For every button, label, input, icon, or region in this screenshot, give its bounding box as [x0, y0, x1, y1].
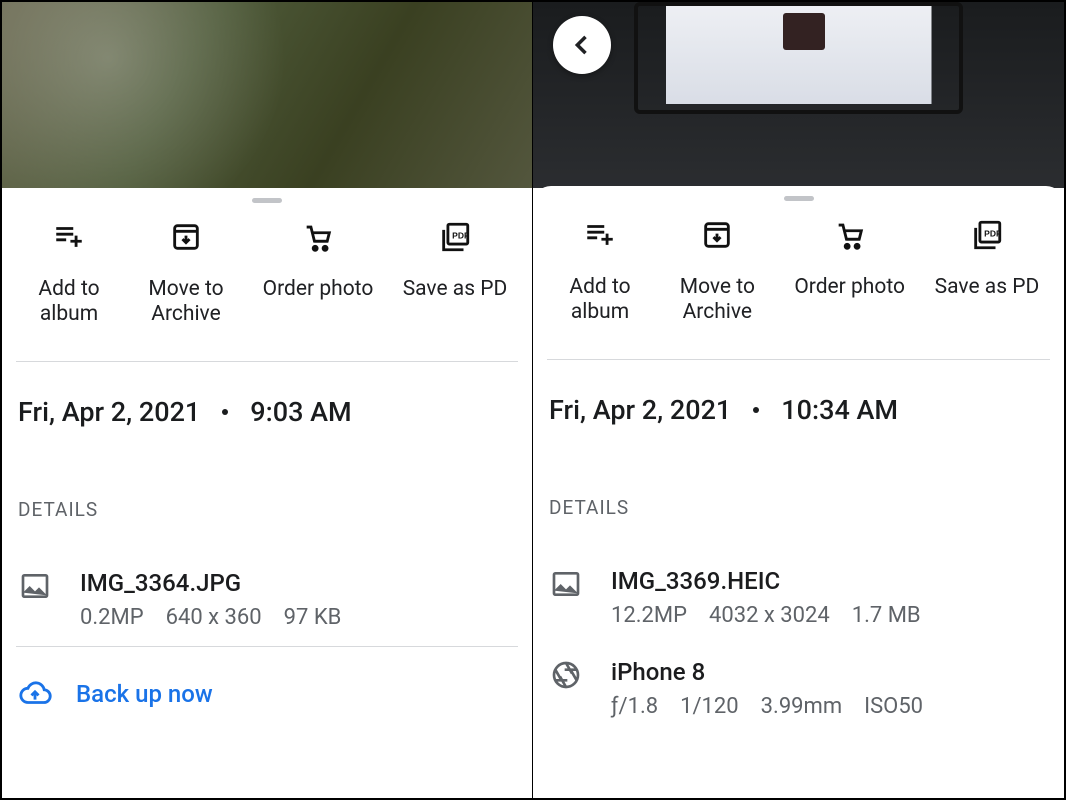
photo-date: Fri, Apr 2, 2021 — [549, 394, 731, 426]
file-detail-row: IMG_3364.JPG 0.2MP 640 x 360 97 KB — [2, 569, 532, 630]
backup-now-button[interactable]: Back up now — [2, 677, 532, 711]
chevron-left-icon — [568, 31, 596, 59]
camera-detail-text: iPhone 8 ƒ/1.8 1/120 3.99mm ISO50 — [611, 658, 923, 719]
playlist-add-icon — [51, 219, 87, 255]
back-button[interactable] — [553, 16, 611, 74]
photo-info-panel-right: Add to album Move to Archive Order photo… — [533, 2, 1064, 798]
add-to-album-button[interactable]: Add to album — [14, 219, 124, 327]
file-detail-text: IMG_3364.JPG 0.2MP 640 x 360 97 KB — [80, 569, 341, 630]
camera-aperture: ƒ/1.8 — [611, 694, 658, 719]
details-heading: DETAILS — [533, 496, 1064, 519]
action-label: Move to Archive — [680, 275, 755, 325]
aperture-icon — [549, 658, 583, 692]
file-megapixels: 0.2MP — [80, 605, 144, 630]
camera-iso: ISO50 — [864, 694, 923, 719]
save-as-pdf-button[interactable]: PDF Save as PD — [390, 219, 520, 327]
archive-icon — [699, 217, 735, 253]
svg-text:PDF: PDF — [984, 228, 1001, 238]
action-label: Move to Archive — [148, 277, 223, 327]
photo-image — [533, 2, 1064, 188]
photo-time: 9:03 AM — [250, 396, 351, 428]
save-as-pdf-button[interactable]: PDF Save as PD — [922, 217, 1052, 325]
action-label: Add to album — [569, 275, 630, 325]
camera-focal: 3.99mm — [761, 694, 842, 719]
details-heading: DETAILS — [2, 498, 532, 521]
photo-time: 10:34 AM — [781, 394, 898, 426]
dot-separator — [753, 407, 759, 413]
image-icon — [549, 567, 583, 601]
photo-thumbnail[interactable] — [2, 2, 532, 188]
add-to-album-button[interactable]: Add to album — [545, 217, 655, 325]
order-photo-button[interactable]: Order photo — [780, 217, 920, 325]
archive-icon — [168, 219, 204, 255]
file-detail-text: IMG_3369.HEIC 12.2MP 4032 x 3024 1.7 MB — [611, 567, 921, 628]
file-size: 97 KB — [284, 605, 342, 630]
svg-text:PDF: PDF — [452, 230, 469, 240]
photo-image — [2, 2, 532, 188]
datetime-row[interactable]: Fri, Apr 2, 2021 10:34 AM — [533, 394, 1064, 426]
info-sheet: Add to album Move to Archive Order photo… — [533, 186, 1064, 798]
order-photo-button[interactable]: Order photo — [248, 219, 388, 327]
file-detail-row: IMG_3369.HEIC 12.2MP 4032 x 3024 1.7 MB — [533, 567, 1064, 628]
file-name: IMG_3369.HEIC — [611, 567, 921, 595]
datetime-row[interactable]: Fri, Apr 2, 2021 9:03 AM — [2, 396, 532, 428]
file-name: IMG_3364.JPG — [80, 569, 341, 597]
action-label: Order photo — [794, 275, 905, 300]
action-label: Save as PD — [403, 277, 508, 302]
image-icon — [18, 569, 52, 603]
sheet-grabber[interactable] — [784, 196, 814, 201]
divider — [16, 361, 518, 362]
move-to-archive-button[interactable]: Move to Archive — [126, 219, 246, 327]
file-dimensions: 640 x 360 — [166, 605, 262, 630]
sheet-grabber[interactable] — [252, 198, 282, 203]
photo-info-panel-left: Add to album Move to Archive Order photo… — [2, 2, 533, 798]
action-label: Save as PD — [935, 275, 1040, 300]
action-row: Add to album Move to Archive Order photo… — [2, 219, 532, 327]
cart-icon — [832, 217, 868, 253]
file-megapixels: 12.2MP — [611, 603, 687, 628]
action-label: Add to album — [38, 277, 99, 327]
camera-model: iPhone 8 — [611, 658, 923, 686]
cart-icon — [300, 219, 336, 255]
dot-separator — [222, 409, 228, 415]
pdf-icon: PDF — [437, 219, 473, 255]
action-label: Order photo — [263, 277, 374, 302]
playlist-add-icon — [582, 217, 618, 253]
pdf-icon: PDF — [969, 217, 1005, 253]
divider — [547, 359, 1050, 360]
info-sheet: Add to album Move to Archive Order photo… — [2, 188, 532, 798]
file-size: 1.7 MB — [852, 603, 921, 628]
camera-shutter: 1/120 — [680, 694, 739, 719]
action-row: Add to album Move to Archive Order photo… — [533, 217, 1064, 325]
divider — [16, 646, 518, 647]
file-dimensions: 4032 x 3024 — [709, 603, 830, 628]
camera-detail-row: iPhone 8 ƒ/1.8 1/120 3.99mm ISO50 — [533, 658, 1064, 719]
move-to-archive-button[interactable]: Move to Archive — [657, 217, 777, 325]
photo-date: Fri, Apr 2, 2021 — [18, 396, 200, 428]
photo-thumbnail[interactable] — [533, 2, 1064, 188]
backup-label: Back up now — [76, 680, 213, 708]
